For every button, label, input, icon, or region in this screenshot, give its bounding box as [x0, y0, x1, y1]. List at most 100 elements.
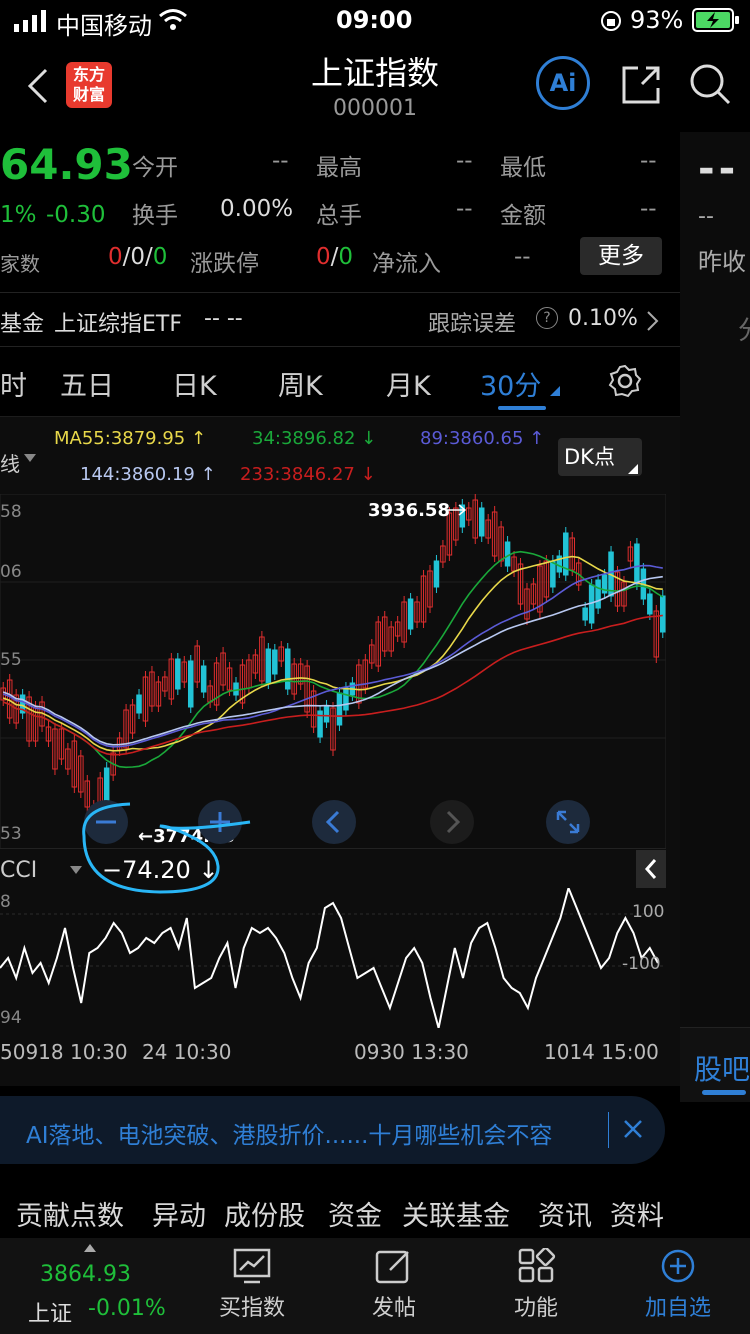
- close-icon[interactable]: [622, 1118, 644, 1140]
- turnover-value: 0.00%: [220, 196, 294, 222]
- track-error-value: 0.10%: [568, 306, 638, 331]
- tab-30min[interactable]: 30分: [480, 364, 541, 403]
- low-value: --: [640, 148, 657, 174]
- cci-chart[interactable]: [0, 888, 666, 1028]
- candle: [660, 595, 666, 633]
- battery-charging-icon: [692, 8, 739, 32]
- guba-label: 股吧: [694, 1053, 750, 1086]
- tab-contribution[interactable]: 贡献点数: [16, 1194, 124, 1233]
- right-change-dash: --: [698, 204, 714, 229]
- fund-name: 上证综指ETF: [54, 312, 182, 337]
- tab-weekly-k[interactable]: 周K: [278, 364, 323, 403]
- candle: [504, 541, 511, 567]
- tab-monthly-k[interactable]: 月K: [386, 364, 431, 403]
- fund-label: 基金: [0, 312, 45, 337]
- limit-up: 0: [316, 244, 331, 270]
- cci-minus-100: -100: [622, 954, 661, 974]
- high-annotation: 3936.58: [368, 500, 450, 521]
- wifi-icon: [159, 9, 187, 30]
- scroll-right-button[interactable]: [430, 800, 474, 844]
- line-type-select[interactable]: 线: [0, 448, 20, 477]
- count-label: 家数: [0, 252, 40, 276]
- fullscreen-button[interactable]: [546, 800, 590, 844]
- ma34-label: 34:3896.82 ↓: [252, 428, 377, 449]
- quote-panel: 64.93 1% -0.30 家数 今开 -- 最高 -- 最低 -- 换手 0…: [0, 132, 680, 292]
- ma144-label: 144:3860.19 ↑: [80, 464, 216, 485]
- chevron-left-icon: [325, 810, 340, 834]
- dropdown-corner-icon: [550, 386, 560, 396]
- buy-index-label: 买指数: [218, 1296, 285, 1321]
- last-price: 64.93: [0, 140, 133, 189]
- guba-tab[interactable]: 股吧: [680, 1027, 750, 1102]
- collapse-panel-button[interactable]: [636, 850, 666, 888]
- tab-news[interactable]: 资讯: [538, 1194, 592, 1233]
- candle: [175, 658, 181, 690]
- y-axis-2: 06: [0, 562, 22, 582]
- share-icon[interactable]: [620, 64, 662, 106]
- tab-time[interactable]: 时: [0, 364, 27, 403]
- battery-percent: 93%: [630, 6, 684, 34]
- tab-related-funds[interactable]: 关联基金: [402, 1194, 510, 1233]
- caret-up-icon: [84, 1244, 96, 1252]
- banner-text: AI落地、电池突破、港股折价......十月哪些机会不容: [26, 1123, 553, 1149]
- right-panel-char: 分: [738, 310, 750, 347]
- add-watchlist-label: 加自选: [644, 1296, 711, 1321]
- track-error-label: 跟踪误差: [428, 312, 517, 337]
- search-icon[interactable]: [688, 62, 732, 106]
- ma55-label: MA55:3879.95 ↑: [54, 428, 207, 449]
- ma233-label: 233:3846.27 ↓: [240, 464, 376, 485]
- tab-profile[interactable]: 资料: [610, 1194, 664, 1233]
- y-axis-3: 55: [0, 650, 22, 670]
- cci-100: 100: [632, 902, 665, 922]
- right-side-panel: -- -- 昨收 分 股吧: [680, 132, 750, 1102]
- x-label-4: 1014 15:00: [544, 1040, 659, 1064]
- scroll-left-button[interactable]: [312, 800, 356, 844]
- inflow-value: --: [514, 244, 531, 270]
- fund-row[interactable]: 基金 上证综指ETF -- -- 跟踪误差 ? 0.10%: [0, 292, 680, 346]
- help-icon[interactable]: ?: [536, 307, 558, 329]
- settings-gear-icon[interactable]: [608, 364, 642, 398]
- post-button[interactable]: 发帖: [334, 1238, 454, 1334]
- high-value: --: [456, 148, 473, 174]
- rotation-lock-icon: [601, 11, 621, 31]
- mini-price: 3864.93: [40, 1262, 131, 1287]
- buy-index-button[interactable]: 买指数: [192, 1238, 312, 1334]
- function-button[interactable]: 功能: [476, 1238, 596, 1334]
- status-bar: 中国移动 09:00 93%: [0, 0, 750, 40]
- news-banner[interactable]: AI落地、电池突破、港股折价......十月哪些机会不容: [0, 1096, 665, 1164]
- tab-movers[interactable]: 异动: [152, 1194, 206, 1233]
- ai-button[interactable]: Ai: [536, 56, 590, 110]
- tab-funds-flow[interactable]: 资金: [328, 1194, 382, 1233]
- more-button[interactable]: 更多: [580, 237, 662, 275]
- kline-chart-area[interactable]: 线 MA55:3879.95 ↑ 34:3896.82 ↓ 89:3860.65…: [0, 416, 680, 1086]
- limit-values: 0/0: [316, 244, 353, 270]
- candle: [265, 648, 272, 684]
- indicator-select[interactable]: CCI: [0, 858, 37, 883]
- tab-daily-k[interactable]: 日K: [172, 364, 217, 403]
- tab-constituents[interactable]: 成份股: [224, 1194, 305, 1233]
- chevron-right-icon: [446, 810, 461, 834]
- chevron-left-icon: [644, 859, 657, 879]
- chevron-right-icon: [647, 311, 659, 331]
- carrier-label: 中国移动: [56, 12, 152, 40]
- x-label-2: 24 10:30: [142, 1040, 232, 1064]
- open-value: --: [272, 148, 289, 174]
- bottom-bar: 3864.93 上证 -0.01% 买指数 发帖 功能 加自选: [0, 1238, 750, 1334]
- limit-label: 涨跌停: [190, 251, 259, 277]
- ma89-label: 89:3860.65 ↑: [420, 428, 545, 449]
- mini-pct: -0.01%: [88, 1296, 166, 1321]
- high-label: 最高: [316, 155, 362, 181]
- candle: [284, 648, 291, 690]
- hand-drawn-circle-annotation: [82, 802, 251, 894]
- chevron-down-icon: [24, 454, 36, 462]
- candle: [647, 593, 653, 615]
- limit-down: 0: [338, 244, 354, 270]
- candle: [407, 598, 414, 630]
- expand-icon: [556, 810, 580, 834]
- add-watchlist-button[interactable]: 加自选: [618, 1238, 738, 1334]
- y-axis-bottom: 53: [0, 824, 22, 844]
- low-label: 最低: [500, 155, 546, 181]
- tab-five-day[interactable]: 五日: [60, 364, 114, 403]
- cci-axis-bottom: 94: [0, 1008, 22, 1028]
- amount-label: 金额: [500, 203, 546, 229]
